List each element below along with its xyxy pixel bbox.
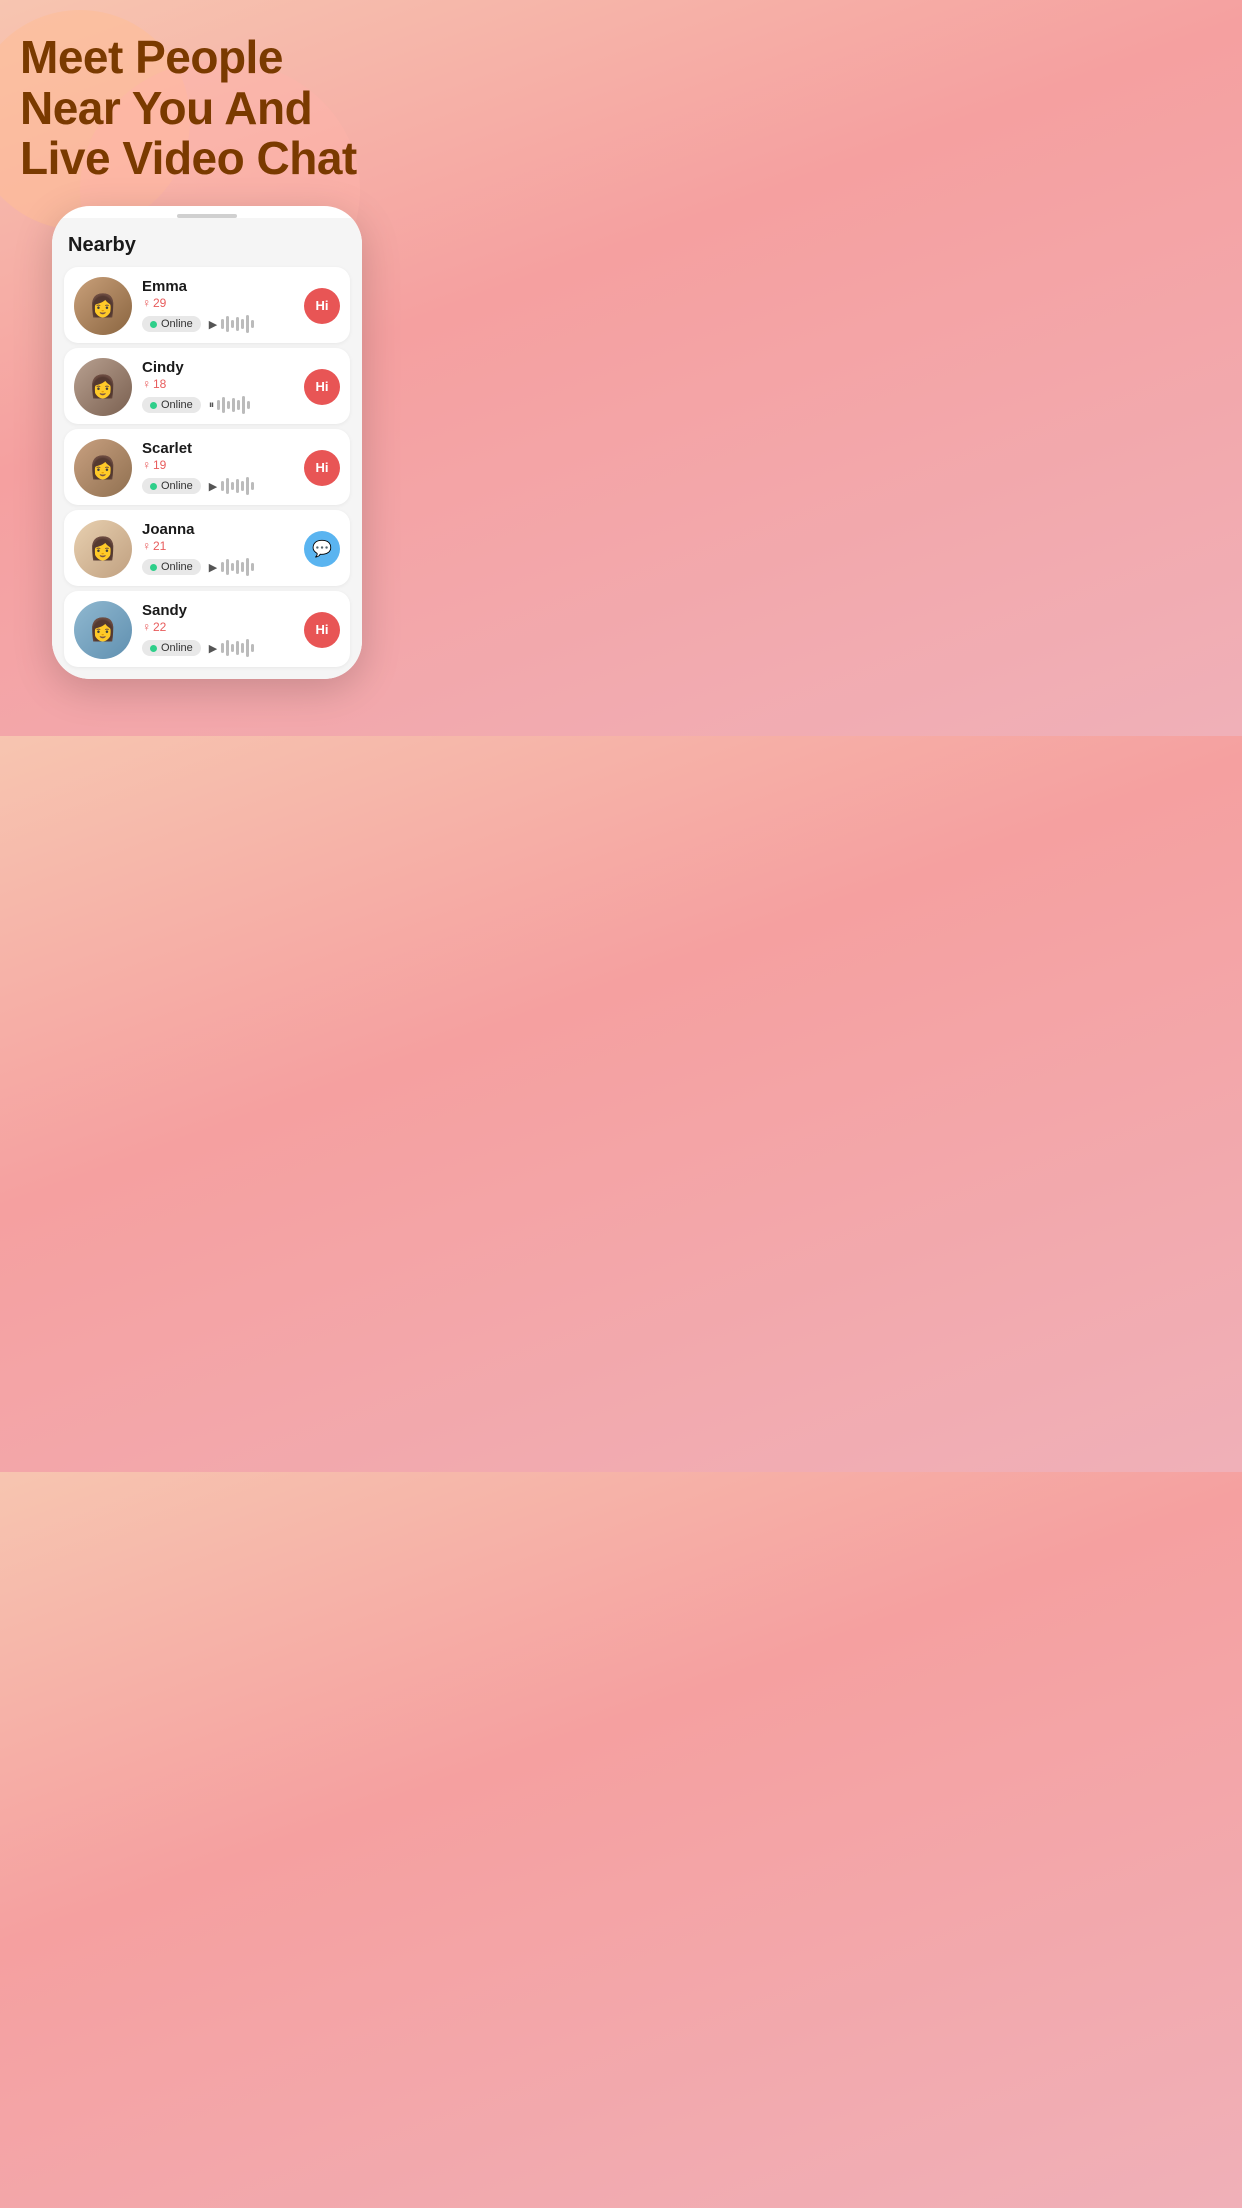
status-label-cindy: Online	[161, 399, 193, 411]
user-card-scarlet: 👩 Scarlet♀19 Online ▶ Hi	[64, 429, 350, 505]
hero-title: Meet People Near You And Live Video Chat	[20, 32, 394, 184]
gender-symbol-sandy: ♀	[142, 620, 151, 634]
screen-title: Nearby	[64, 228, 350, 267]
user-list: 👩Emma♀29Online▶Hi👩Cindy♀18Online⏸Hi👩Scar…	[64, 267, 350, 667]
user-info-joanna: Joanna♀21 Online ▶	[142, 521, 294, 576]
hi-button-sandy[interactable]: Hi	[304, 612, 340, 648]
user-name-sandy: Sandy	[142, 602, 294, 619]
avatar-scarlet: 👩	[74, 439, 132, 497]
user-gender-age-sandy: ♀22	[142, 620, 294, 634]
status-row-cindy: Online ⏸	[142, 396, 294, 414]
user-card-joanna: 👩 Joanna♀21 Online ▶ 💬	[64, 510, 350, 586]
audio-controls-sandy[interactable]: ▶	[209, 639, 254, 657]
hero-section: Meet People Near You And Live Video Chat	[0, 0, 414, 202]
status-badge-emma: Online	[142, 316, 201, 332]
play-button-emma[interactable]: ▶	[209, 318, 217, 331]
user-name-emma: Emma	[142, 278, 294, 295]
status-dot-cindy	[150, 402, 157, 409]
user-name-joanna: Joanna	[142, 521, 294, 538]
phone-notch	[52, 206, 362, 218]
avatar-emma: 👩	[74, 277, 132, 335]
hero-title-line1: Meet People	[20, 31, 283, 83]
gender-symbol-joanna: ♀	[142, 539, 151, 553]
gender-symbol-cindy: ♀	[142, 377, 151, 391]
audio-controls-scarlet[interactable]: ▶	[209, 477, 254, 495]
play-button-joanna[interactable]: ▶	[209, 561, 217, 574]
waveform-emma	[221, 315, 254, 333]
status-badge-scarlet: Online	[142, 478, 201, 494]
age-cindy: 18	[153, 377, 166, 391]
waveform-sandy	[221, 639, 254, 657]
age-scarlet: 19	[153, 458, 166, 472]
user-card-emma: 👩 Emma♀29 Online ▶ Hi	[64, 267, 350, 343]
status-dot-sandy	[150, 645, 157, 652]
status-dot-joanna	[150, 564, 157, 571]
gender-symbol-scarlet: ♀	[142, 458, 151, 472]
user-gender-age-cindy: ♀18	[142, 377, 294, 391]
status-badge-sandy: Online	[142, 640, 201, 656]
user-info-scarlet: Scarlet♀19 Online ▶	[142, 440, 294, 495]
hi-button-emma[interactable]: Hi	[304, 288, 340, 324]
status-label-emma: Online	[161, 318, 193, 330]
hero-title-line3: Live Video Chat	[20, 132, 357, 184]
user-card-cindy: 👩 Cindy♀18 Online ⏸ Hi	[64, 348, 350, 424]
chat-button-joanna[interactable]: 💬	[304, 531, 340, 567]
hi-button-cindy[interactable]: Hi	[304, 369, 340, 405]
phone-mockup: Nearby 👩Emma♀29Online▶Hi👩Cindy♀18Online⏸…	[52, 206, 362, 679]
status-row-scarlet: Online ▶	[142, 477, 294, 495]
user-info-cindy: Cindy♀18 Online ⏸	[142, 359, 294, 414]
user-gender-age-joanna: ♀21	[142, 539, 294, 553]
gender-symbol-emma: ♀	[142, 296, 151, 310]
user-card-sandy: 👩 Sandy♀22 Online ▶ Hi	[64, 591, 350, 667]
hi-button-scarlet[interactable]: Hi	[304, 450, 340, 486]
waveform-cindy	[217, 396, 250, 414]
audio-controls-cindy[interactable]: ⏸	[209, 396, 251, 414]
status-badge-cindy: Online	[142, 397, 201, 413]
audio-controls-joanna[interactable]: ▶	[209, 558, 254, 576]
waveform-joanna	[221, 558, 254, 576]
user-gender-age-emma: ♀29	[142, 296, 294, 310]
user-info-sandy: Sandy♀22 Online ▶	[142, 602, 294, 657]
age-emma: 29	[153, 296, 166, 310]
notch-bar	[177, 214, 237, 218]
play-button-sandy[interactable]: ▶	[209, 642, 217, 655]
user-name-cindy: Cindy	[142, 359, 294, 376]
pause-button-cindy[interactable]: ⏸	[209, 399, 214, 412]
status-label-sandy: Online	[161, 642, 193, 654]
status-badge-joanna: Online	[142, 559, 201, 575]
age-joanna: 21	[153, 539, 166, 553]
status-label-joanna: Online	[161, 561, 193, 573]
play-button-scarlet[interactable]: ▶	[209, 480, 217, 493]
status-dot-scarlet	[150, 483, 157, 490]
user-gender-age-scarlet: ♀19	[142, 458, 294, 472]
avatar-cindy: 👩	[74, 358, 132, 416]
status-dot-emma	[150, 321, 157, 328]
audio-controls-emma[interactable]: ▶	[209, 315, 254, 333]
waveform-scarlet	[221, 477, 254, 495]
avatar-joanna: 👩	[74, 520, 132, 578]
status-label-scarlet: Online	[161, 480, 193, 492]
age-sandy: 22	[153, 620, 166, 634]
status-row-joanna: Online ▶	[142, 558, 294, 576]
phone-screen: Nearby 👩Emma♀29Online▶Hi👩Cindy♀18Online⏸…	[52, 218, 362, 679]
avatar-sandy: 👩	[74, 601, 132, 659]
status-row-emma: Online ▶	[142, 315, 294, 333]
status-row-sandy: Online ▶	[142, 639, 294, 657]
user-name-scarlet: Scarlet	[142, 440, 294, 457]
hero-title-line2: Near You And	[20, 82, 312, 134]
user-info-emma: Emma♀29 Online ▶	[142, 278, 294, 333]
